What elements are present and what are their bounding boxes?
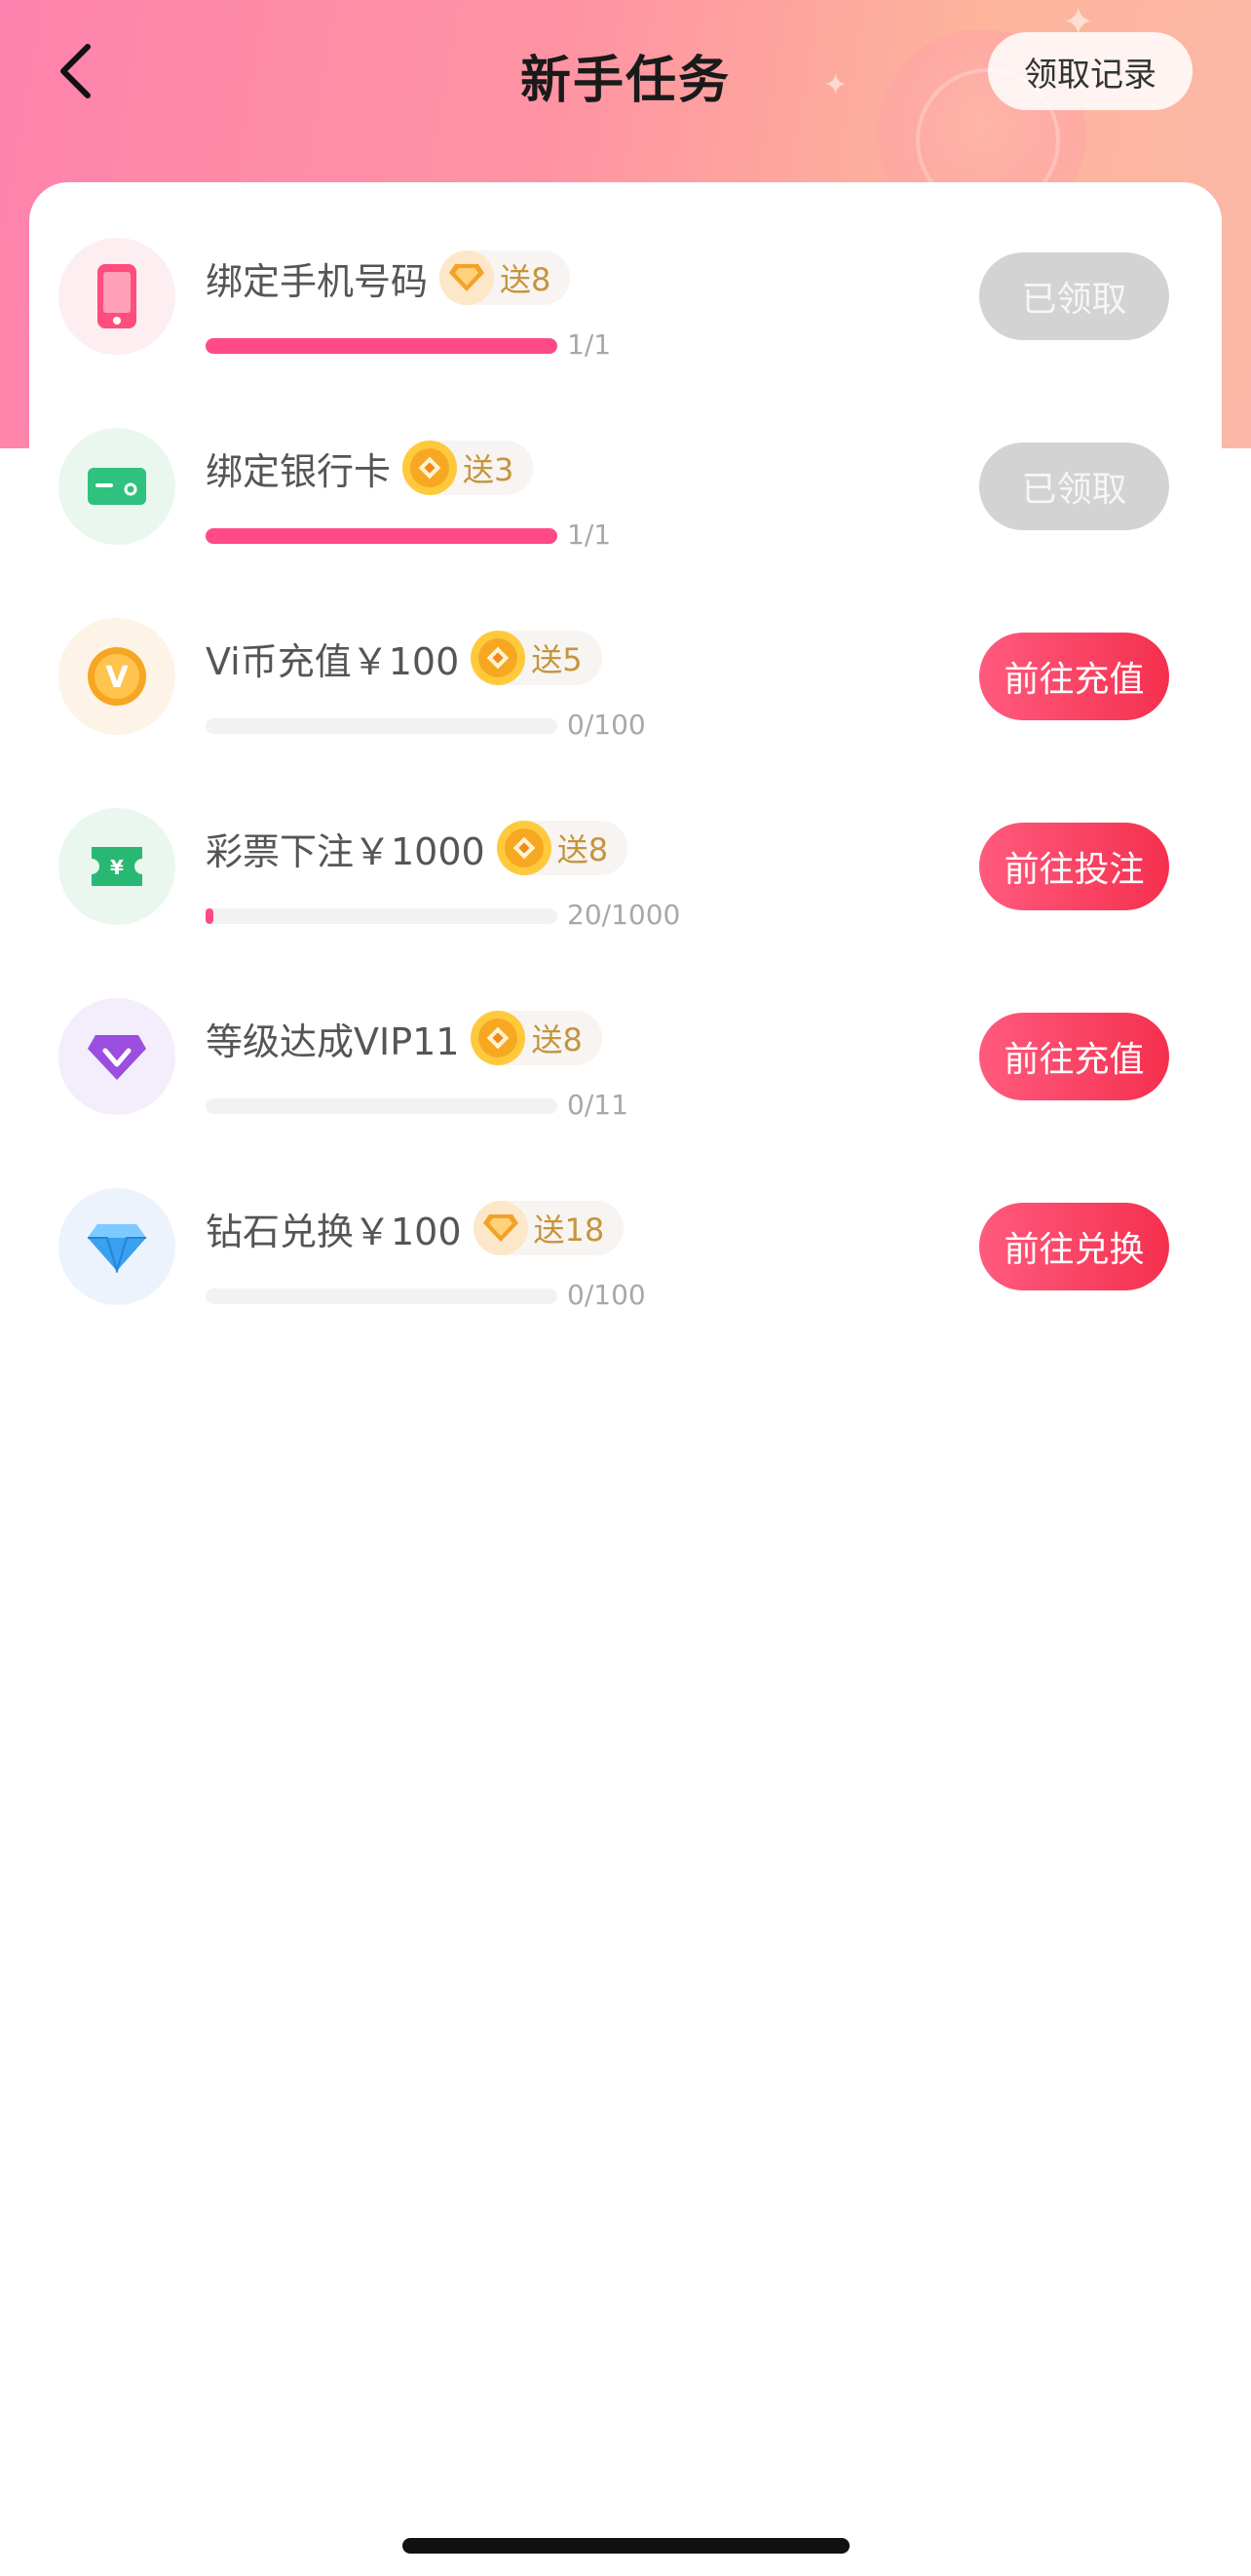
task-row-bind-phone: 绑定手机号码 送8 1/1 已领取: [29, 202, 1222, 392]
task-row-lottery-bet: ¥ 彩票下注￥1000 送8 20/1000 前往投注: [29, 772, 1222, 962]
reward-badge: 送8: [439, 250, 571, 305]
task-title: 彩票下注￥1000 送8: [206, 821, 628, 875]
svg-text:V: V: [105, 661, 129, 695]
reward-badge: 送8: [471, 1011, 602, 1065]
task-row-bind-bank-card: 绑定银行卡 送3 1/1 已领取: [29, 392, 1222, 582]
go-recharge-button[interactable]: 前往充值: [979, 633, 1169, 720]
reward-badge: 送8: [496, 821, 628, 875]
progress-text: 0/11: [567, 1089, 628, 1121]
task-row-vi-coin-recharge: V Vi币充值￥100 送5 0/100 前往充值: [29, 582, 1222, 772]
progress-text: 20/1000: [567, 899, 681, 931]
claimed-button[interactable]: 已领取: [979, 252, 1169, 340]
coin-icon: [471, 631, 526, 685]
go-exchange-button[interactable]: 前往兑换: [979, 1203, 1169, 1290]
progress-text: 1/1: [567, 519, 612, 551]
diamond-icon: [439, 250, 495, 305]
reward-text: 送3: [463, 451, 514, 488]
task-list-card: 绑定手机号码 送8 1/1 已领取 绑定银行卡 送3 1/1 已领取 V Vi币…: [29, 182, 1222, 2453]
progress-text: 1/1: [567, 328, 612, 361]
task-title: Vi币充值￥100 送5: [206, 631, 602, 685]
progress-text: 0/100: [567, 1279, 646, 1311]
task-title-text: Vi币充值￥100: [206, 639, 460, 683]
reward-text: 送8: [500, 261, 551, 298]
task-row-diamond-exchange: 钻石兑换￥100 送18 0/100 前往兑换: [29, 1152, 1222, 1342]
coin-icon: [402, 441, 458, 495]
lottery-ticket-icon: ¥: [58, 808, 175, 925]
reward-text: 送5: [531, 641, 583, 678]
reward-badge: 送3: [402, 441, 534, 495]
home-indicator: [402, 2538, 850, 2554]
progress-text: 0/100: [567, 709, 646, 741]
go-recharge-button[interactable]: 前往充值: [979, 1013, 1169, 1100]
vip-gem-icon: [58, 998, 175, 1115]
coin-icon: [471, 1011, 526, 1065]
progress-fill: [206, 338, 557, 354]
progress-bar: [206, 1098, 557, 1114]
progress-bar: [206, 908, 557, 924]
claimed-button[interactable]: 已领取: [979, 442, 1169, 530]
progress-bar: [206, 718, 557, 734]
progress-bar: [206, 338, 557, 354]
task-title-text: 绑定手机号码: [206, 259, 429, 303]
reward-text: 送8: [556, 831, 609, 868]
task-title: 绑定银行卡 送3: [206, 441, 534, 495]
coin-icon: [496, 821, 551, 875]
task-title: 绑定手机号码 送8: [206, 250, 571, 305]
task-title: 钻石兑换￥100 送18: [206, 1201, 625, 1255]
task-title-text: 等级达成VIP11: [206, 1019, 460, 1063]
task-title: 等级达成VIP11 送8: [206, 1011, 602, 1065]
phone-icon: [58, 238, 175, 355]
task-row-vip-level: 等级达成VIP11 送8 0/11 前往充值: [29, 962, 1222, 1152]
go-bet-button[interactable]: 前往投注: [979, 823, 1169, 910]
task-title-text: 彩票下注￥1000: [206, 829, 485, 873]
reward-badge: 送18: [473, 1201, 625, 1255]
progress-bar: [206, 528, 557, 544]
vi-coin-icon: V: [58, 618, 175, 735]
diamond-icon: [473, 1201, 528, 1255]
reward-text: 送8: [531, 1021, 583, 1058]
svg-text:¥: ¥: [110, 856, 124, 879]
reward-badge: 送5: [471, 631, 602, 685]
task-title-text: 绑定银行卡: [206, 449, 392, 493]
progress-bar: [206, 1288, 557, 1304]
progress-fill: [206, 528, 557, 544]
task-title-text: 钻石兑换￥100: [206, 1210, 462, 1253]
bank-card-icon: [58, 428, 175, 545]
progress-fill: [206, 908, 213, 924]
diamond-icon: [58, 1188, 175, 1305]
claim-records-button[interactable]: 领取记录: [988, 32, 1193, 110]
reward-text: 送18: [533, 1211, 605, 1249]
